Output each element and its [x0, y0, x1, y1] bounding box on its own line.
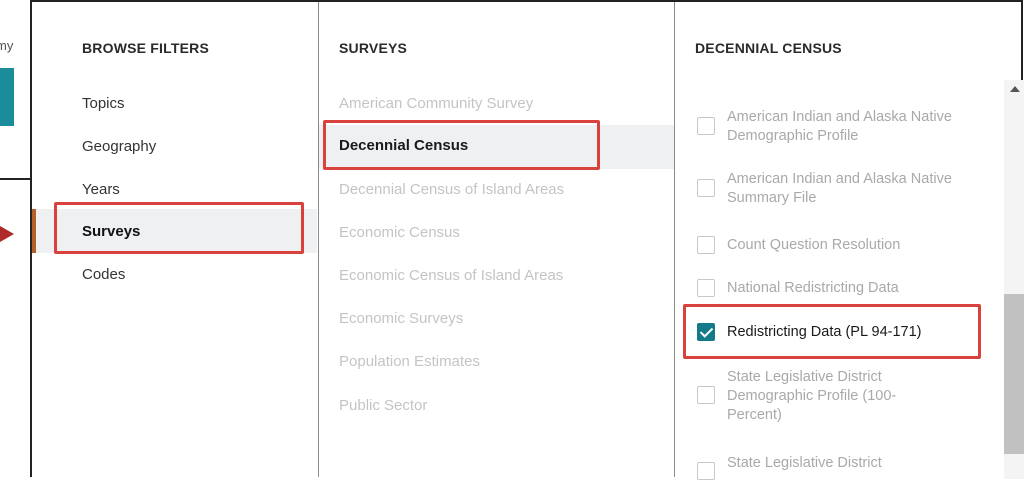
highlight-box-decennial-census — [323, 120, 600, 170]
survey-item-economic-surveys[interactable]: Economic Surveys — [339, 310, 463, 327]
survey-item-public-sector[interactable]: Public Sector — [339, 397, 427, 414]
browse-filters-dialog: BROWSE FILTERS Topics Geography Years Su… — [30, 0, 1024, 480]
option-label: American Indian and Alaska Native Summar… — [727, 171, 952, 206]
option-label: American Indian and Alaska Native Demogr… — [727, 109, 952, 144]
filter-active-indicator — [32, 209, 36, 253]
option-label: National Redistricting Data — [727, 280, 899, 296]
filter-item-topics[interactable]: Topics — [82, 95, 125, 112]
decennial-census-heading: DECENNIAL CENSUS — [695, 40, 842, 56]
option-label: State Legislative District Demographic P… — [727, 369, 897, 423]
callout-arrow-icon — [0, 226, 14, 242]
background-teal-button — [0, 68, 14, 126]
decennial-census-column: DECENNIAL CENSUS American Indian and Ala… — [674, 2, 1024, 480]
highlight-box-redistricting-data — [683, 304, 981, 359]
checkbox[interactable] — [697, 236, 715, 254]
filter-item-geography[interactable]: Geography — [82, 138, 156, 155]
checkbox[interactable] — [697, 462, 715, 480]
survey-item-economic-census[interactable]: Economic Census — [339, 224, 460, 241]
scrollbar-thumb[interactable] — [1004, 294, 1024, 454]
option-sld-partial[interactable]: State Legislative District — [697, 454, 987, 480]
background-partial-text: my — [0, 38, 14, 53]
option-label: Count Question Resolution — [727, 237, 901, 253]
surveys-heading: SURVEYS — [339, 40, 408, 56]
option-count-question-resolution[interactable]: Count Question Resolution — [697, 236, 987, 255]
checkbox[interactable] — [697, 179, 715, 197]
option-aian-demographic-profile[interactable]: American Indian and Alaska Native Demogr… — [697, 108, 987, 146]
surveys-column: SURVEYS American Community Survey Decenn… — [318, 2, 674, 477]
scroll-up-arrow-icon[interactable] — [1010, 86, 1020, 92]
browse-filters-heading: BROWSE FILTERS — [82, 40, 209, 56]
option-label: State Legislative District — [727, 455, 882, 471]
survey-item-population-estimates[interactable]: Population Estimates — [339, 353, 480, 370]
checkbox[interactable] — [697, 386, 715, 404]
browse-filters-column: BROWSE FILTERS Topics Geography Years Su… — [32, 2, 317, 477]
checkbox[interactable] — [697, 117, 715, 135]
option-sld-demographic-profile[interactable]: State Legislative District Demographic P… — [697, 368, 927, 425]
survey-item-economic-island[interactable]: Economic Census of Island Areas — [339, 267, 563, 284]
option-aian-summary-file[interactable]: American Indian and Alaska Native Summar… — [697, 170, 987, 208]
option-national-redistricting-data[interactable]: National Redistricting Data — [697, 279, 987, 298]
highlight-box-surveys — [54, 202, 304, 254]
filter-item-codes[interactable]: Codes — [82, 266, 125, 283]
survey-item-acs[interactable]: American Community Survey — [339, 95, 533, 112]
filter-item-years[interactable]: Years — [82, 181, 120, 198]
background-divider — [0, 178, 30, 180]
survey-item-decennial-island[interactable]: Decennial Census of Island Areas — [339, 181, 564, 198]
checkbox[interactable] — [697, 279, 715, 297]
